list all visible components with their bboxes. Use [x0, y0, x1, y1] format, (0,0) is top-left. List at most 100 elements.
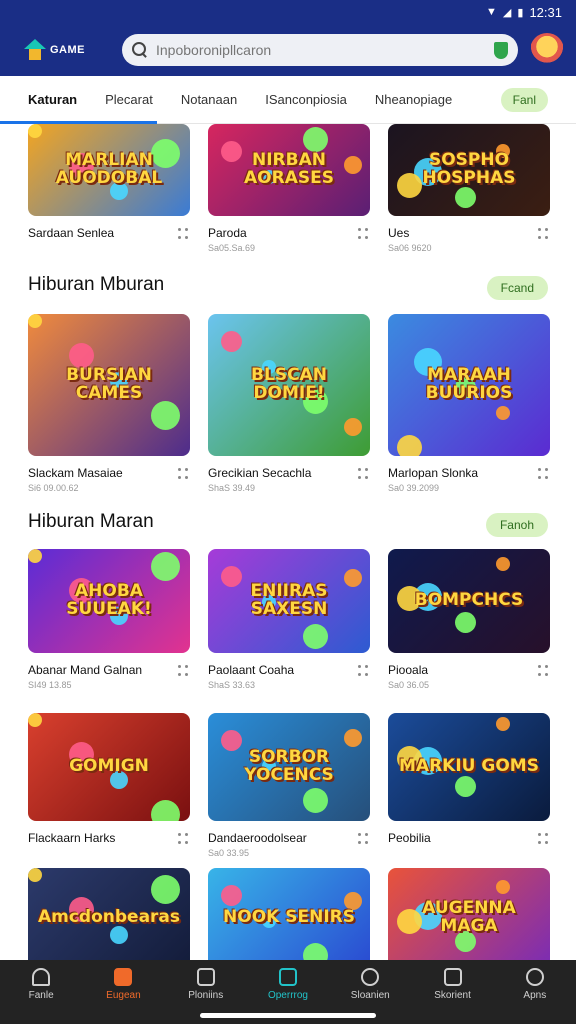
notification-icon — [443, 968, 462, 986]
decoration-shape — [303, 127, 328, 152]
game-card[interactable]: NOOK SENIRS — [208, 868, 370, 960]
game-card[interactable]: GOMIGN Flackaarn Harks — [28, 713, 190, 858]
search-bar[interactable] — [122, 34, 518, 66]
game-thumbnail[interactable]: ENIIRAS SAXESN — [208, 549, 370, 653]
more-options-icon[interactable] — [538, 468, 550, 480]
game-thumbnail[interactable]: MARKIU GOMS — [388, 713, 550, 821]
more-options-icon[interactable] — [358, 833, 370, 845]
game-thumbnail[interactable]: Amcdonbearas — [28, 868, 190, 960]
decoration-shape — [28, 549, 42, 563]
game-thumbnail-title: BURSIAN CAMES — [66, 365, 152, 403]
game-thumbnail[interactable]: GOMIGN — [28, 713, 190, 821]
game-thumbnail[interactable]: MARAAH BUURIOS — [388, 314, 550, 456]
tab-1[interactable]: Plecarat — [105, 76, 153, 124]
nav-item-2[interactable]: Ploniins — [171, 968, 241, 1001]
game-name: Marlopan Slonka — [388, 466, 479, 480]
avatar[interactable] — [530, 33, 564, 67]
game-grid-row: MARLIAN AUODOBAL Sardaan Senlea NIRBAN AOR… — [28, 124, 550, 253]
nav-item-3[interactable]: Operrrog — [253, 968, 323, 1001]
more-options-icon[interactable] — [178, 665, 190, 677]
more-options-icon[interactable] — [358, 468, 370, 480]
more-options-icon[interactable] — [178, 228, 190, 240]
nav-label: Eugean — [106, 990, 141, 1001]
game-name: Grecikian Secachla — [208, 466, 312, 480]
nav-label: Operrrog — [267, 990, 308, 1001]
nav-item-0[interactable]: Fanle — [6, 968, 76, 1001]
game-grid-row: BURSIAN CAMES Slackam Masaiae Si6 09.00.62… — [28, 314, 550, 493]
more-options-icon[interactable] — [358, 665, 370, 677]
decoration-shape — [303, 788, 328, 813]
tab-2[interactable]: Notanaan — [181, 76, 237, 124]
main-content: MARLIAN AUODOBAL Sardaan Senlea NIRBAN AOR… — [0, 124, 576, 960]
game-thumbnail[interactable]: BOMPCHCS — [388, 549, 550, 653]
more-options-icon[interactable] — [178, 468, 190, 480]
game-card[interactable]: NIRBAN AORASES Paroda Sa05.Sa.69 — [208, 124, 370, 253]
game-thumbnail[interactable]: BURSIAN CAMES — [28, 314, 190, 456]
game-grid-row: GOMIGN Flackaarn Harks SORBOR YOCENCS Danda… — [28, 713, 550, 858]
section-filter-chip[interactable]: Fcand — [486, 276, 548, 300]
game-thumbnail-title: Amcdonbearas — [37, 907, 181, 928]
more-options-icon[interactable] — [178, 833, 190, 845]
game-thumbnail-title: AHOBA SUUEAK! — [66, 581, 152, 619]
nav-item-4[interactable]: Sloanien — [335, 968, 405, 1001]
nav-item-1[interactable]: Eugean — [88, 968, 158, 1001]
game-name: Abanar Mand Galnan — [28, 663, 143, 677]
game-card[interactable]: MARAAH BUURIOS Marlopan Slonka Sa0 39.2099 — [388, 314, 550, 493]
game-thumbnail[interactable]: NOOK SENIRS — [208, 868, 370, 960]
more-options-icon[interactable] — [358, 228, 370, 240]
more-options-icon[interactable] — [538, 228, 550, 240]
more-options-icon[interactable] — [538, 833, 550, 845]
game-thumbnail-title: SORBOR YOCENCS — [244, 747, 334, 785]
game-card-meta: Sardaan Senlea — [28, 226, 190, 240]
game-card[interactable]: BURSIAN CAMES Slackam Masaiae Si6 09.00.62 — [28, 314, 190, 493]
game-thumbnail-title: NIRBAN AORASES — [244, 150, 334, 188]
decoration-shape — [151, 800, 180, 821]
shield-icon[interactable] — [494, 41, 508, 59]
game-card[interactable]: BOMPCHCS Piooala Sa0 36.05 — [388, 549, 550, 690]
section-filter-chip[interactable]: Fanoh — [485, 513, 548, 537]
game-card[interactable]: SORBOR YOCENCS Dandaeroodolsear Sa0 33.95 — [208, 713, 370, 858]
decoration-shape — [151, 875, 180, 904]
search-input[interactable] — [156, 42, 486, 58]
tab-4[interactable]: Nheanopiage — [375, 76, 452, 124]
home-icon — [32, 968, 51, 986]
game-card[interactable]: MARLIAN AUODOBAL Sardaan Senlea — [28, 124, 190, 253]
game-thumbnail[interactable]: SOSPHO HOSPHAS — [388, 124, 550, 216]
game-thumbnail[interactable]: SORBOR YOCENCS — [208, 713, 370, 821]
tab-0[interactable]: Katuran — [0, 76, 158, 124]
game-card[interactable]: AHOBA SUUEAK! Abanar Mand Galnan SI49 13.8… — [28, 549, 190, 690]
game-card[interactable]: BLSCAN DOMIE! Grecikian Secachla ShaS 39.4… — [208, 314, 370, 493]
game-card-meta: Paolaant Coaha ShaS 33.63 — [208, 663, 370, 690]
decoration-shape — [455, 187, 476, 208]
game-card[interactable]: AUGENNA MAGA — [388, 868, 550, 960]
game-subtitle: Sa06 9620 — [388, 243, 432, 253]
tab-3[interactable]: ISanconpiosia — [265, 76, 347, 124]
nav-item-6[interactable]: Apns — [500, 968, 570, 1001]
game-card[interactable]: MARKIU GOMS Peobilia — [388, 713, 550, 858]
decoration-shape — [221, 885, 242, 906]
game-thumbnail-title: MARLIAN AUODOBAL — [55, 150, 163, 188]
game-thumbnail[interactable]: NIRBAN AORASES — [208, 124, 370, 216]
game-card-meta: Piooala Sa0 36.05 — [388, 663, 550, 690]
home-indicator[interactable] — [200, 1013, 376, 1018]
game-subtitle: ShaS 33.63 — [208, 680, 256, 690]
game-card[interactable]: ENIIRAS SAXESN Paolaant Coaha ShaS 33.63 — [208, 549, 370, 690]
decoration-shape — [151, 401, 180, 430]
more-options-icon[interactable] — [538, 665, 550, 677]
nav-label: Fanle — [28, 990, 54, 1001]
game-thumbnail[interactable]: AUGENNA MAGA — [388, 868, 550, 960]
decoration-shape — [344, 729, 362, 747]
decoration-shape — [110, 926, 128, 944]
battery-icon: ▮ — [517, 6, 524, 19]
game-thumbnail[interactable]: MARLIAN AUODOBAL — [28, 124, 190, 216]
decoration-shape — [303, 943, 328, 960]
nav-label: Ploniins — [188, 990, 224, 1001]
filter-chip[interactable]: Fanl — [500, 88, 548, 112]
nav-item-5[interactable]: Skorient — [418, 968, 488, 1001]
app-logo[interactable]: GAME — [24, 39, 104, 61]
game-card[interactable]: SOSPHO HOSPHAS Ues Sa06 9620 — [388, 124, 550, 253]
game-thumbnail[interactable]: BLSCAN DOMIE! — [208, 314, 370, 456]
game-card[interactable]: Amcdonbearas — [28, 868, 190, 960]
game-thumbnail-title: MARKIU GOMS — [399, 756, 539, 777]
game-thumbnail[interactable]: AHOBA SUUEAK! — [28, 549, 190, 653]
